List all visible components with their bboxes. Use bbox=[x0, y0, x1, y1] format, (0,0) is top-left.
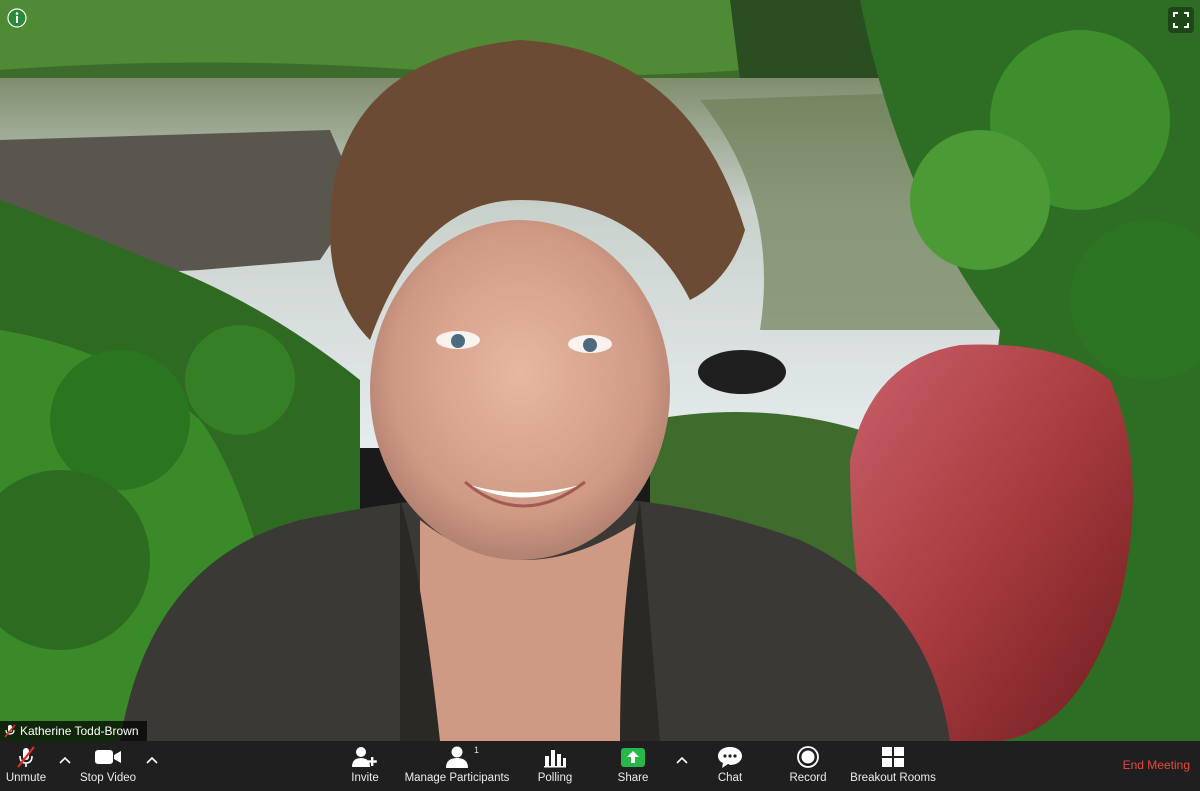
microphone-muted-icon bbox=[14, 745, 38, 769]
chat-bubble-icon bbox=[717, 745, 743, 769]
breakout-rooms-button[interactable]: Breakout Rooms bbox=[850, 741, 936, 791]
stop-video-label: Stop Video bbox=[79, 772, 137, 784]
participant-name-tag: Katherine Todd-Brown bbox=[0, 721, 147, 741]
invite-label: Invite bbox=[351, 772, 379, 784]
breakout-grid-icon bbox=[881, 745, 905, 769]
fullscreen-icon[interactable] bbox=[1168, 7, 1194, 33]
record-icon bbox=[796, 745, 820, 769]
unmute-label: Unmute bbox=[5, 772, 47, 784]
audio-options-chevron-up-icon[interactable] bbox=[57, 753, 73, 769]
info-icon[interactable] bbox=[6, 7, 28, 29]
bar-chart-icon bbox=[543, 745, 567, 769]
add-person-icon bbox=[352, 745, 378, 769]
manage-participants-button[interactable]: 1 Manage Participants bbox=[404, 741, 510, 791]
unmute-button[interactable]: Unmute bbox=[4, 741, 48, 791]
chat-label: Chat bbox=[717, 772, 743, 784]
participants-icon bbox=[443, 745, 471, 769]
video-camera-icon bbox=[94, 745, 122, 769]
end-meeting-button[interactable]: End Meeting bbox=[1123, 758, 1190, 772]
stop-video-button[interactable]: Stop Video bbox=[78, 741, 138, 791]
record-label: Record bbox=[789, 772, 827, 784]
meeting-toolbar: Unmute Stop Video Invite 1 Manage Partic… bbox=[0, 741, 1200, 791]
virtual-background bbox=[0, 0, 1200, 741]
manage-participants-label: Manage Participants bbox=[404, 772, 510, 784]
share-options-chevron-up-icon[interactable] bbox=[674, 753, 690, 769]
breakout-rooms-label: Breakout Rooms bbox=[850, 772, 936, 784]
polling-label: Polling bbox=[537, 772, 573, 784]
chat-button[interactable]: Chat bbox=[712, 741, 748, 791]
video-options-chevron-up-icon[interactable] bbox=[144, 753, 160, 769]
video-feed: Katherine Todd-Brown bbox=[0, 0, 1200, 741]
share-button[interactable]: Share bbox=[614, 741, 652, 791]
participant-count-badge: 1 bbox=[474, 745, 480, 755]
record-button[interactable]: Record bbox=[786, 741, 830, 791]
invite-button[interactable]: Invite bbox=[344, 741, 386, 791]
microphone-muted-icon bbox=[4, 724, 16, 738]
polling-button[interactable]: Polling bbox=[534, 741, 576, 791]
participant-name: Katherine Todd-Brown bbox=[20, 724, 139, 738]
share-label: Share bbox=[617, 772, 649, 784]
share-screen-icon bbox=[620, 745, 646, 769]
